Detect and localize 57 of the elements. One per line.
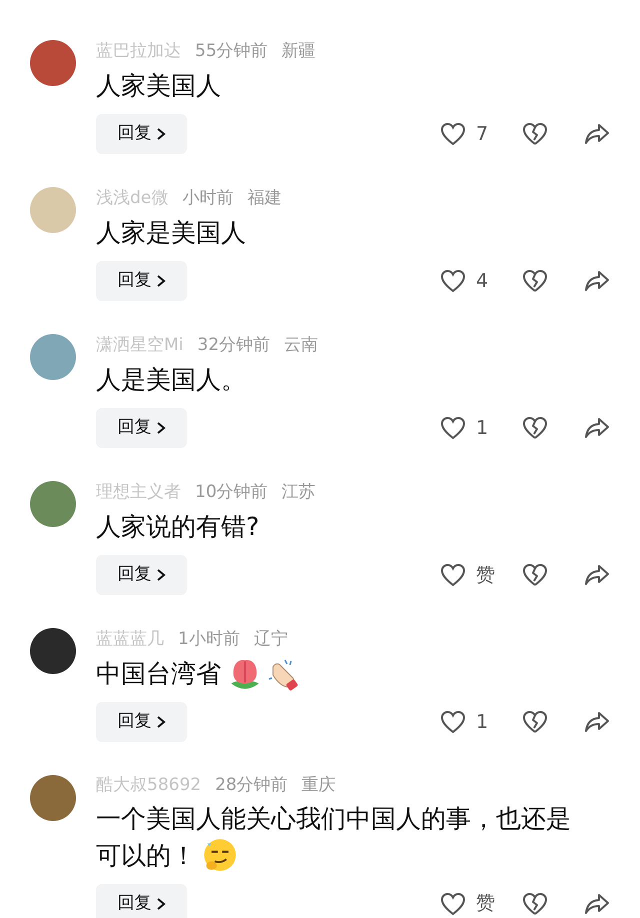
heart-icon[interactable] <box>440 563 466 587</box>
comment-text: 人是美国人。 <box>96 364 246 396</box>
chevron-icon <box>156 274 166 288</box>
like-count: 赞 <box>476 891 495 916</box>
reply-button[interactable]: 回复 <box>96 261 187 301</box>
smirk-emoji-icon <box>202 837 238 873</box>
comment-text: 人家说的有错? <box>96 511 260 543</box>
share-icon[interactable] <box>584 270 610 292</box>
chevron-icon <box>156 715 166 729</box>
share-icon[interactable] <box>584 123 610 145</box>
comment-text: 可以的！ <box>96 840 196 872</box>
reply-button[interactable]: 回复 <box>96 408 187 448</box>
chevron-icon <box>156 421 166 435</box>
share-icon[interactable] <box>584 711 610 733</box>
avatar[interactable] <box>30 628 76 674</box>
comment-text: 人家美国人 <box>96 70 221 102</box>
heart-icon[interactable] <box>440 710 466 734</box>
comment-time: 1小时前 <box>178 628 240 652</box>
comment-time: 小时前 <box>182 187 234 210</box>
broken-heart-icon[interactable] <box>522 269 548 293</box>
chevron-icon <box>156 568 166 582</box>
heart-icon[interactable] <box>440 269 466 293</box>
share-icon[interactable] <box>584 417 610 439</box>
share-icon[interactable] <box>584 564 610 586</box>
comment-region: 云南 <box>284 334 318 358</box>
heart-icon[interactable] <box>440 892 466 916</box>
comment-region: 江苏 <box>282 481 316 504</box>
comment-text: 中国台湾省 <box>96 658 221 690</box>
comment-region: 福建 <box>247 187 282 210</box>
broken-heart-icon[interactable] <box>522 710 548 734</box>
share-icon[interactable] <box>584 892 610 914</box>
like-count: 1 <box>476 416 488 441</box>
like-count: 赞 <box>476 562 495 588</box>
reply-button[interactable]: 回复 <box>96 555 187 595</box>
comment-region: 重庆 <box>302 774 336 797</box>
comment-region: 辽宁 <box>254 628 288 652</box>
heart-icon[interactable] <box>440 122 466 146</box>
comment-region: 新疆 <box>282 40 316 64</box>
broken-heart-icon[interactable] <box>522 416 548 440</box>
chevron-icon <box>156 896 166 910</box>
heart-icon[interactable] <box>440 416 466 440</box>
like-count: 4 <box>476 268 488 294</box>
chevron-icon <box>156 127 166 141</box>
reply-button[interactable]: 回复 <box>96 114 187 154</box>
reply-button[interactable]: 回复 <box>96 702 187 742</box>
comment-time: 55分钟前 <box>195 40 268 64</box>
like-count: 7 <box>476 122 488 147</box>
comment-time: 28分钟前 <box>215 774 288 797</box>
comment-time: 32分钟前 <box>197 334 270 358</box>
broken-heart-icon[interactable] <box>522 122 548 146</box>
comment-text: 人家是美国人 <box>96 217 246 249</box>
comment-time: 10分钟前 <box>195 481 268 504</box>
comment-text: 一个美国人能关心我们中国人的事，也还是 <box>96 802 571 834</box>
broken-heart-icon[interactable] <box>522 892 548 916</box>
reply-button[interactable]: 回复 <box>96 884 187 918</box>
like-count: 1 <box>476 710 488 735</box>
broken-heart-icon[interactable] <box>522 563 548 587</box>
